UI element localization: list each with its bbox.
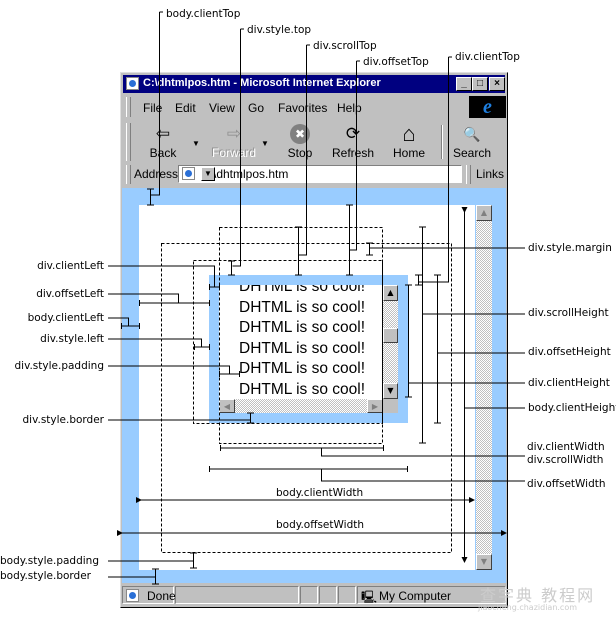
- div-offsetwidth-leader: [321, 469, 525, 482]
- div-margin-bracket: [366, 242, 373, 256]
- div-border-bracket: [247, 412, 254, 424]
- label-div-offsetheight: div.offsetHeight: [528, 346, 611, 358]
- div-scrolltop-bracket: [295, 226, 302, 276]
- div-scrolltop-leader: [298, 44, 310, 256]
- label-body-clientheight: body.clientHeight: [528, 402, 616, 414]
- div-offsetleft-leader: [108, 293, 179, 303]
- label-div-styletop: div.style.top: [247, 24, 312, 36]
- label-div-padding: div.style.padding: [14, 360, 104, 372]
- label-div-scrolltop: div.scrollTop: [313, 40, 377, 52]
- div-offset-box: [193, 260, 383, 424]
- label-div-margin: div.style.margin: [528, 242, 612, 254]
- div-styletop-leader: [232, 28, 244, 267]
- div-offsetwidth-bracket: [209, 466, 408, 472]
- body-clienttop-leader: [150, 11, 163, 196]
- watermark-url: jiaocheng.chazidian.com: [478, 603, 578, 612]
- label-div-clienttop: div.clientTop: [455, 51, 520, 63]
- div-clientwidth-leader: [321, 448, 525, 457]
- label-div-scrollheight: div.scrollHeight: [528, 307, 609, 319]
- label-div-offsetwidth: div.offsetWidth: [527, 478, 606, 490]
- label-div-border: div.style.border: [22, 414, 105, 426]
- label-div-clientwidth: div.clientWidth: [527, 441, 605, 453]
- label-div-offsettop: div.offsetTop: [363, 56, 429, 68]
- body-clientleft-bracket: [121, 323, 140, 329]
- label-body-border: body.style.border: [0, 570, 91, 582]
- div-offsetleft-bracket: [139, 300, 210, 306]
- div-styleleft-leader: [108, 338, 202, 347]
- div-padding-leader: [108, 365, 230, 374]
- div-clientwidth-bracket: [220, 445, 384, 451]
- div-scroll-box: [219, 227, 383, 444]
- label-div-styleleft: div.style.left: [40, 333, 104, 345]
- div-offsetheight-bracket: [434, 274, 441, 424]
- label-body-offsetwidth: body.offsetWidth: [276, 519, 365, 531]
- label-body-clientleft: body.clientLeft: [27, 312, 104, 324]
- div-scrollheight-bracket: [419, 226, 426, 444]
- div-clientheight-bracket: [405, 284, 412, 398]
- label-body-clientwidth: body.clientWidth: [276, 487, 364, 499]
- label-div-scrollwidth: div.scrollWidth: [527, 454, 604, 466]
- div-clienttop-bracket: [415, 274, 422, 286]
- div-styletop-bracket: [228, 260, 235, 276]
- body-clienttop-bracket: [147, 188, 154, 206]
- div-offsettop-bracket: [346, 204, 353, 276]
- label-div-clientheight: div.clientHeight: [528, 377, 610, 389]
- label-body-padding: body.style.padding: [0, 555, 99, 567]
- div-offsettop-leader: [349, 60, 360, 251]
- label-div-offsetleft: div.offsetLeft: [36, 288, 104, 300]
- label-div-clientleft: div.clientLeft: [37, 260, 104, 272]
- label-body-clienttop: body.clientTop: [166, 8, 241, 20]
- body-clientleft-leader: [108, 317, 129, 326]
